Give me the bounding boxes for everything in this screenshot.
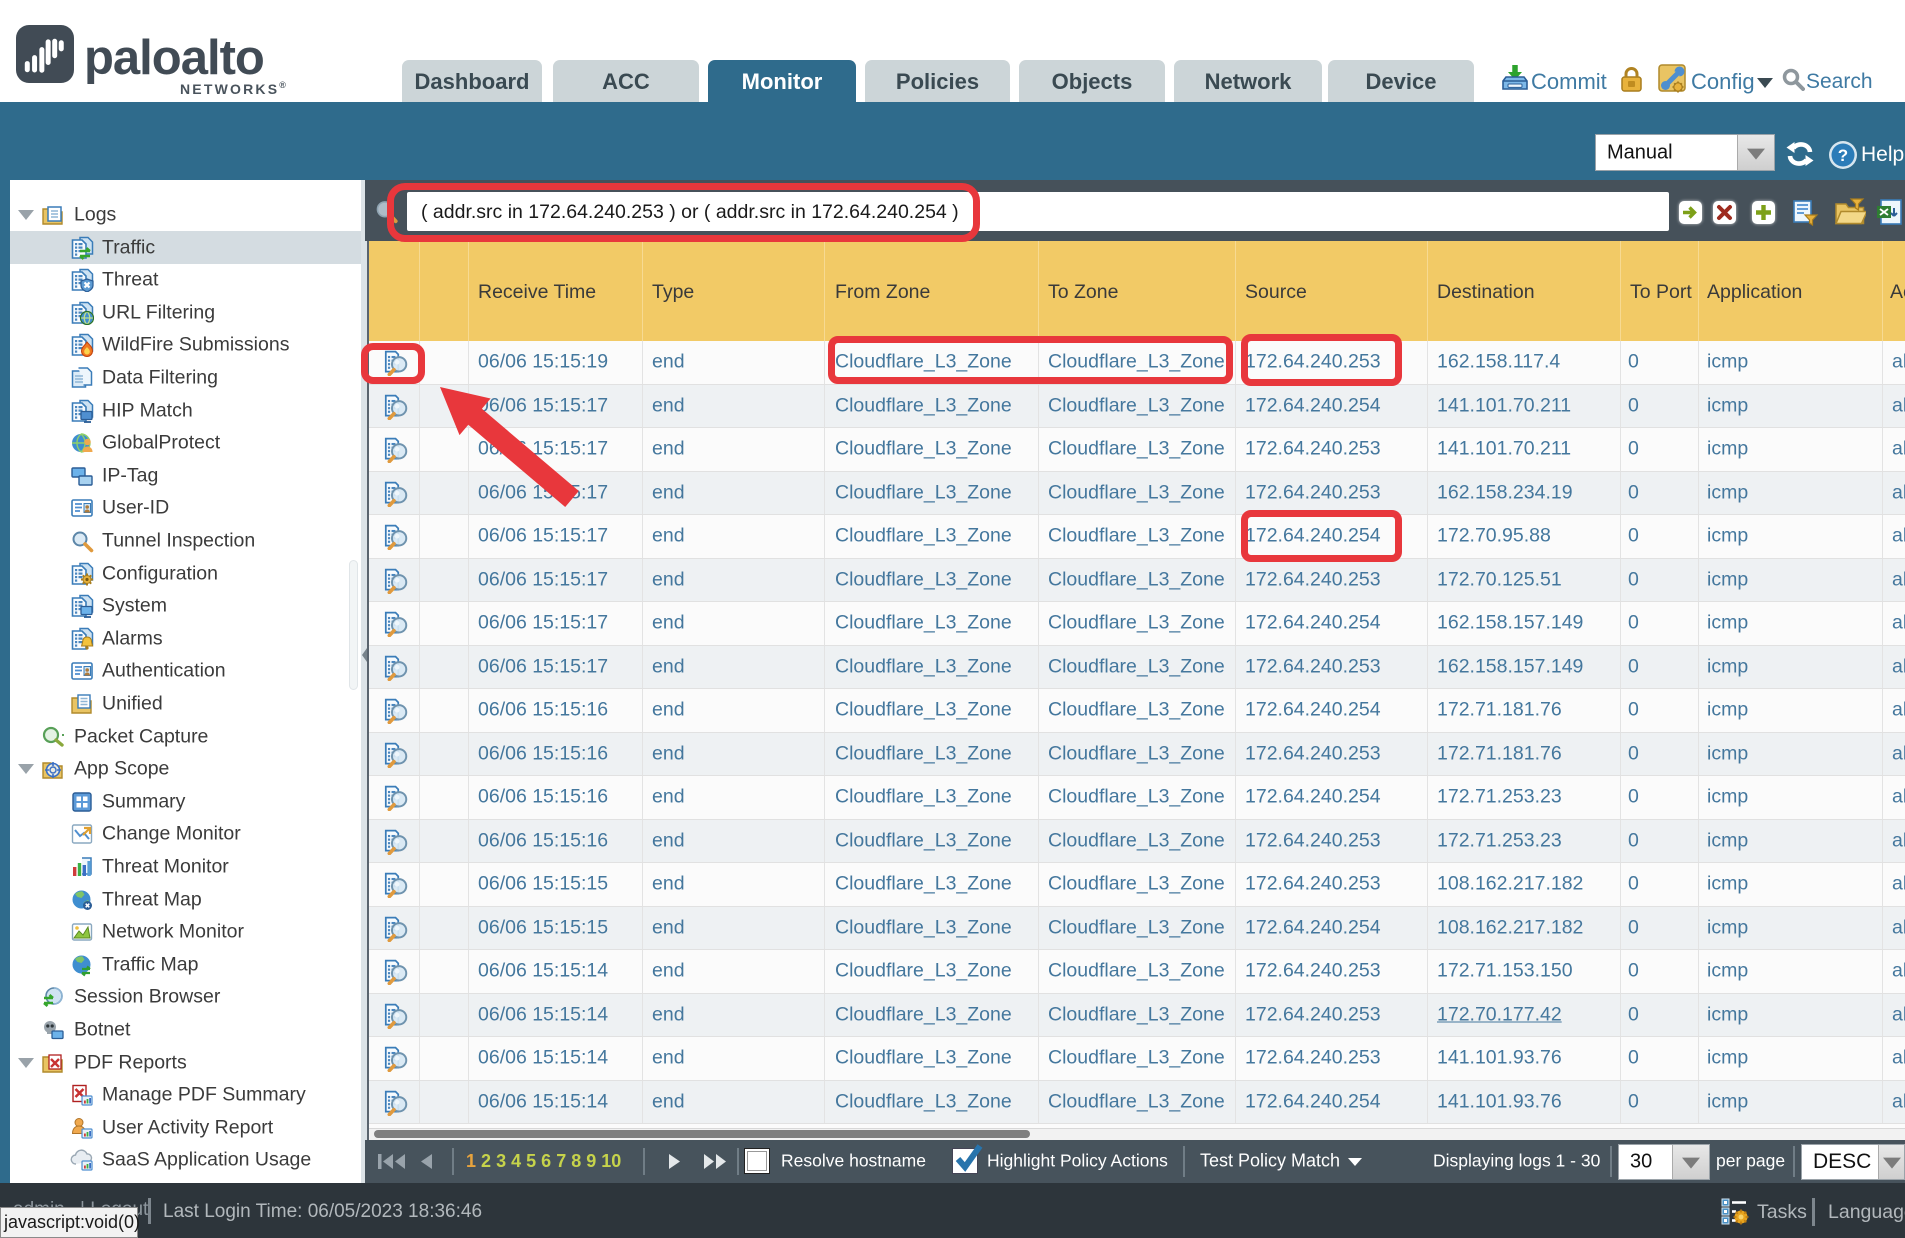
svg-text:?: ? xyxy=(1838,146,1848,165)
